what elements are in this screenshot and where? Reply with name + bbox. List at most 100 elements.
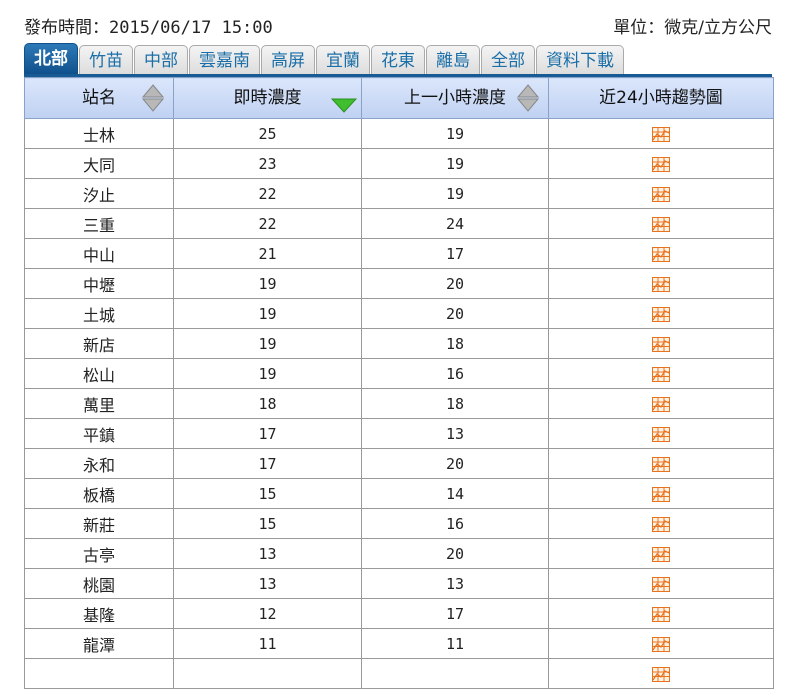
chart-grid-icon[interactable]	[652, 127, 670, 142]
table-row: 汐止 22 19	[24, 178, 774, 209]
column-header-prev[interactable]: 上一小時濃度	[361, 77, 549, 119]
trend-cell	[548, 238, 774, 269]
trend-cell	[548, 358, 774, 389]
previous-value: 20	[361, 298, 549, 329]
chart-grid-icon[interactable]	[652, 457, 670, 472]
tab-region[interactable]: 高屏	[261, 45, 315, 75]
trend-cell	[548, 388, 774, 419]
trend-cell	[548, 478, 774, 509]
chart-grid-icon[interactable]	[652, 187, 670, 202]
sort-both-icon[interactable]	[142, 83, 164, 113]
tab-region[interactable]: 資料下載	[536, 45, 624, 75]
tab-region[interactable]: 雲嘉南	[189, 45, 260, 75]
station-name: 新莊	[24, 508, 174, 539]
table-row: 萬里 18 18	[24, 388, 774, 419]
previous-value: 16	[361, 508, 549, 539]
chart-grid-icon[interactable]	[652, 547, 670, 562]
tab-region[interactable]: 宜蘭	[316, 45, 370, 75]
current-value	[173, 658, 362, 689]
trend-cell	[548, 268, 774, 299]
station-name: 中壢	[24, 268, 174, 299]
tab-region[interactable]: 北部	[24, 43, 78, 75]
current-value: 19	[173, 298, 362, 329]
table-row: 板橋 15 14	[24, 478, 774, 509]
current-value: 25	[173, 118, 362, 149]
table-row: 中山 21 17	[24, 238, 774, 269]
chart-grid-icon[interactable]	[652, 307, 670, 322]
station-name: 萬里	[24, 388, 174, 419]
trend-cell	[548, 448, 774, 479]
published-time: 2015/06/17 15:00	[109, 18, 273, 38]
table-row: 新店 19 18	[24, 328, 774, 359]
chart-grid-icon[interactable]	[652, 487, 670, 502]
trend-cell	[548, 178, 774, 209]
current-value: 22	[173, 208, 362, 239]
table-row	[24, 658, 774, 689]
station-name: 板橋	[24, 478, 174, 509]
tab-region[interactable]: 全部	[481, 45, 535, 75]
tab-region[interactable]: 離島	[426, 45, 480, 75]
chart-grid-icon[interactable]	[652, 157, 670, 172]
trend-cell	[548, 328, 774, 359]
current-value: 17	[173, 418, 362, 449]
trend-cell	[548, 568, 774, 599]
previous-value	[361, 658, 549, 689]
column-header-label: 近24小時趨勢圖	[599, 88, 723, 108]
current-value: 15	[173, 508, 362, 539]
chart-grid-icon[interactable]	[652, 217, 670, 232]
previous-value: 13	[361, 418, 549, 449]
chart-grid-icon[interactable]	[652, 247, 670, 262]
chart-grid-icon[interactable]	[652, 667, 670, 682]
chart-grid-icon[interactable]	[652, 427, 670, 442]
header-bar: 發布時間：2015/06/17 15:00 單位：微克/立方公尺	[24, 13, 772, 38]
table-row: 土城 19 20	[24, 298, 774, 329]
chart-grid-icon[interactable]	[652, 607, 670, 622]
current-value: 21	[173, 238, 362, 269]
station-name: 基隆	[24, 598, 174, 629]
previous-value: 24	[361, 208, 549, 239]
table-header-row: 站名 即時濃度 上一小時濃度 近24小時趨勢圖	[24, 77, 774, 119]
chart-grid-icon[interactable]	[652, 577, 670, 592]
chart-grid-icon[interactable]	[652, 367, 670, 382]
previous-value: 17	[361, 238, 549, 269]
tab-region[interactable]: 花東	[371, 45, 425, 75]
previous-value: 20	[361, 538, 549, 569]
table-row: 大同 23 19	[24, 148, 774, 179]
chart-grid-icon[interactable]	[652, 517, 670, 532]
current-value: 12	[173, 598, 362, 629]
table-row: 三重 22 24	[24, 208, 774, 239]
previous-value: 14	[361, 478, 549, 509]
previous-value: 19	[361, 118, 549, 149]
table-row: 松山 19 16	[24, 358, 774, 389]
region-tabs: 北部 竹苗 中部 雲嘉南 高屏 宜蘭 花東 離島 全部 資料下載	[24, 43, 624, 75]
table-row: 桃園 13 13	[24, 568, 774, 599]
trend-cell	[548, 208, 774, 239]
unit-label: 單位：微克/立方公尺	[613, 18, 772, 38]
published-info: 發布時間：2015/06/17 15:00	[24, 13, 273, 38]
sort-desc-icon[interactable]	[331, 83, 357, 113]
chart-grid-icon[interactable]	[652, 397, 670, 412]
previous-value: 19	[361, 148, 549, 179]
published-label: 發布時間：	[24, 18, 109, 38]
table-row: 永和 17 20	[24, 448, 774, 479]
current-value: 19	[173, 358, 362, 389]
trend-cell	[548, 118, 774, 149]
tab-region[interactable]: 中部	[134, 45, 188, 75]
column-header-station[interactable]: 站名	[24, 77, 174, 119]
previous-value: 19	[361, 178, 549, 209]
trend-cell	[548, 538, 774, 569]
column-header-now[interactable]: 即時濃度	[173, 77, 362, 119]
table-row: 新莊 15 16	[24, 508, 774, 539]
station-name: 士林	[24, 118, 174, 149]
chart-grid-icon[interactable]	[652, 337, 670, 352]
table-row: 古亭 13 20	[24, 538, 774, 569]
trend-cell	[548, 298, 774, 329]
chart-grid-icon[interactable]	[652, 637, 670, 652]
current-value: 19	[173, 328, 362, 359]
current-value: 17	[173, 448, 362, 479]
current-value: 13	[173, 568, 362, 599]
sort-both-icon[interactable]	[517, 83, 539, 113]
tab-region[interactable]: 竹苗	[79, 45, 133, 75]
chart-grid-icon[interactable]	[652, 277, 670, 292]
trend-cell	[548, 508, 774, 539]
